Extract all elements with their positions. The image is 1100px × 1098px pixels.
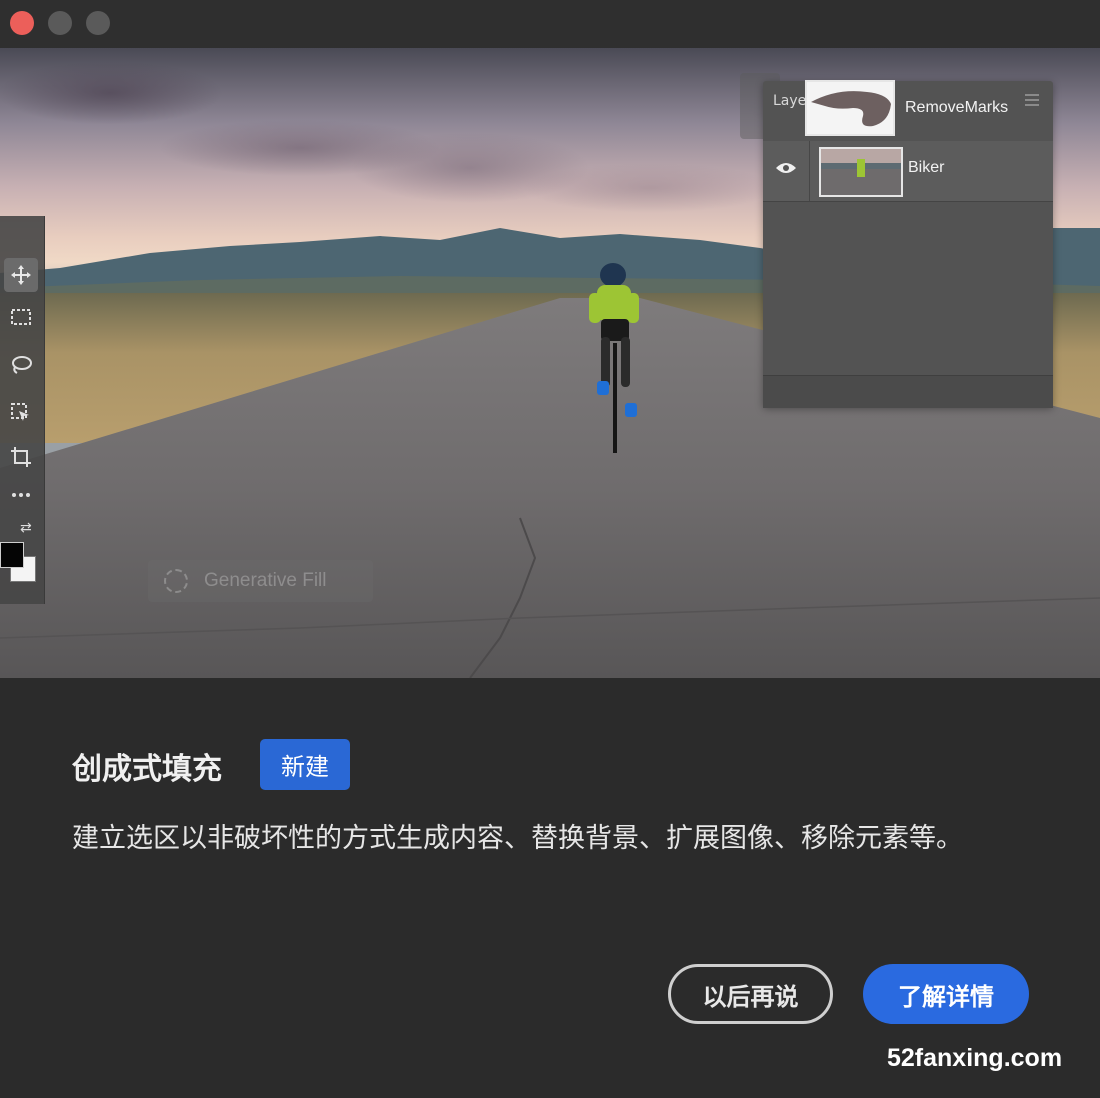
marquee-tool[interactable] — [4, 300, 38, 334]
layer-row-removemarks[interactable]: Laye RemoveMarks — [763, 80, 1053, 142]
layer-name-biker: Biker — [908, 159, 945, 176]
layers-panel-footer — [763, 375, 1053, 408]
dialog-content: 创成式填充 新建 建立选区以非破坏性的方式生成内容、替换背景、扩展图像、移除元素… — [0, 678, 1100, 1098]
layers-panel-title: Laye — [773, 93, 807, 109]
mask-thumbnail — [805, 80, 895, 136]
maximize-button[interactable] — [86, 11, 110, 35]
layer-name-removemarks: RemoveMarks — [905, 99, 1009, 116]
crop-tool[interactable] — [4, 440, 38, 474]
layers-panel: Laye RemoveMarks Biker — [763, 80, 1053, 408]
foreground-color-swatch[interactable] — [0, 542, 24, 568]
sparkle-icon — [164, 569, 188, 593]
close-button[interactable] — [10, 11, 34, 35]
panel-menu-icon[interactable] — [1025, 93, 1039, 107]
swap-colors-icon[interactable]: ⇄ — [20, 520, 32, 536]
learn-more-button[interactable]: 了解详情 — [863, 964, 1029, 1024]
visibility-toggle[interactable] — [763, 141, 810, 201]
move-tool[interactable] — [4, 258, 38, 292]
dialog-window: ⇄ Laye RemoveMarks Biker Generative Fill… — [0, 0, 1100, 1098]
minimize-button[interactable] — [48, 11, 72, 35]
marquee-icon — [11, 309, 31, 325]
lasso-tool[interactable] — [4, 348, 38, 382]
feature-description: 建立选区以非破坏性的方式生成内容、替换背景、扩展图像、移除元素等。 — [72, 823, 963, 854]
eye-icon — [776, 163, 796, 173]
lasso-icon — [12, 356, 32, 374]
feature-title: 创成式填充 — [72, 752, 222, 787]
crop-icon — [11, 447, 31, 467]
move-icon — [11, 265, 31, 285]
title-bar — [0, 0, 1100, 48]
hero-image: ⇄ Laye RemoveMarks Biker Generative Fill — [0, 48, 1100, 678]
biker-figure — [589, 263, 639, 453]
photo-thumbnail — [819, 147, 903, 197]
more-tools[interactable] — [4, 478, 38, 512]
object-select-tool[interactable] — [4, 396, 38, 430]
later-button[interactable]: 以后再说 — [668, 964, 833, 1024]
generative-fill-ghost-label: Generative Fill — [204, 570, 327, 591]
new-badge: 新建 — [260, 739, 350, 790]
tools-panel: ⇄ — [0, 216, 45, 604]
generative-fill-ghost: Generative Fill — [148, 560, 373, 602]
layer-row-biker[interactable]: Biker — [763, 141, 1053, 202]
more-tools-icon — [12, 493, 30, 497]
object-select-icon — [11, 403, 29, 421]
watermark: 52fanxing.com — [887, 1044, 1063, 1072]
